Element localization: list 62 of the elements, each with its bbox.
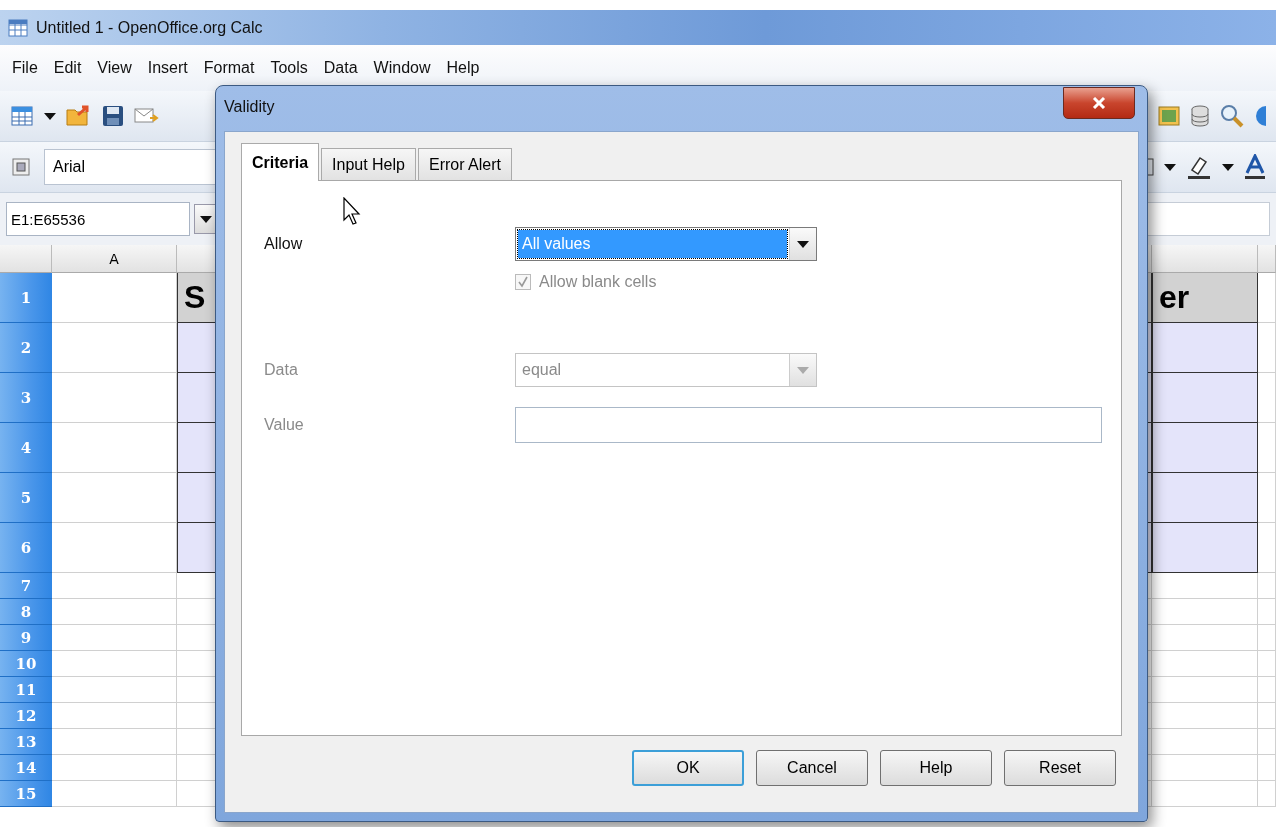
corner-cell[interactable] <box>0 245 52 273</box>
table-cell <box>1258 755 1276 781</box>
menu-item[interactable]: Window <box>367 59 437 77</box>
menu-item[interactable]: Insert <box>141 59 194 77</box>
table-cell <box>1258 423 1276 473</box>
close-button[interactable] <box>1063 87 1135 119</box>
caret-icon <box>1164 163 1176 171</box>
tab[interactable]: Criteria <box>241 143 320 181</box>
mail-icon[interactable] <box>134 106 160 126</box>
menu-item[interactable]: File <box>6 59 44 77</box>
data-label: Data <box>264 361 299 379</box>
table-cell <box>1258 473 1276 523</box>
window-title: Untitled 1 - OpenOffice.org Calc <box>36 18 263 37</box>
menu-item[interactable]: Edit <box>47 59 88 77</box>
table-cell <box>1258 651 1276 677</box>
checkbox-label: Allow blank cells <box>539 273 657 291</box>
table-cell <box>1258 523 1276 573</box>
column-header[interactable] <box>1258 245 1276 273</box>
value-label: Value <box>264 416 305 434</box>
table-cell <box>1258 729 1276 755</box>
dialog-title: Validity <box>224 98 275 116</box>
menu-item[interactable]: Help <box>440 59 486 77</box>
column-header[interactable]: A <box>52 245 177 273</box>
menu-item[interactable]: Data <box>317 59 364 77</box>
dialog-button[interactable]: Reset <box>1004 750 1116 786</box>
allow-label: Allow <box>264 235 304 253</box>
tab[interactable]: Input Help <box>321 148 416 180</box>
dropdown-button[interactable] <box>194 204 218 234</box>
spreadsheet-icon <box>8 17 28 38</box>
caret-icon <box>44 112 56 120</box>
new-spreadsheet-icon[interactable] <box>10 105 34 127</box>
dialog-button[interactable]: Help <box>880 750 992 786</box>
column-header[interactable] <box>1152 245 1258 273</box>
dialog-button[interactable]: OK <box>632 750 744 786</box>
close-icon <box>1092 97 1106 109</box>
mouse-pointer-icon <box>343 197 361 225</box>
table-cell <box>1258 781 1276 807</box>
menu-item[interactable]: Format <box>197 59 261 77</box>
save-icon[interactable] <box>102 105 124 127</box>
table-cell <box>1258 273 1276 323</box>
table-cell <box>1258 573 1276 599</box>
caret-icon <box>1222 163 1234 171</box>
table-cell: er <box>1152 273 1258 323</box>
menu-item[interactable]: View <box>91 59 138 77</box>
font-color-icon[interactable] <box>1244 154 1266 180</box>
table-cell <box>1258 323 1276 373</box>
name-box[interactable]: E1:E65536 <box>6 202 190 236</box>
table-cell <box>1258 625 1276 651</box>
tab[interactable]: Error Alert <box>417 148 512 180</box>
dialog-button[interactable]: Cancel <box>756 750 868 786</box>
caret-icon <box>797 240 809 248</box>
highlighter-icon[interactable] <box>1186 154 1212 180</box>
table-cell <box>1258 599 1276 625</box>
open-folder-icon[interactable] <box>66 105 92 127</box>
database-icon[interactable] <box>1190 104 1210 128</box>
table-cell <box>1258 703 1276 729</box>
caret-icon <box>200 215 212 223</box>
table-cell <box>1258 677 1276 703</box>
picture-icon[interactable] <box>1158 105 1180 127</box>
search-icon[interactable] <box>1220 104 1244 128</box>
menu-item[interactable]: Tools <box>264 59 314 77</box>
table-cell <box>1258 373 1276 423</box>
